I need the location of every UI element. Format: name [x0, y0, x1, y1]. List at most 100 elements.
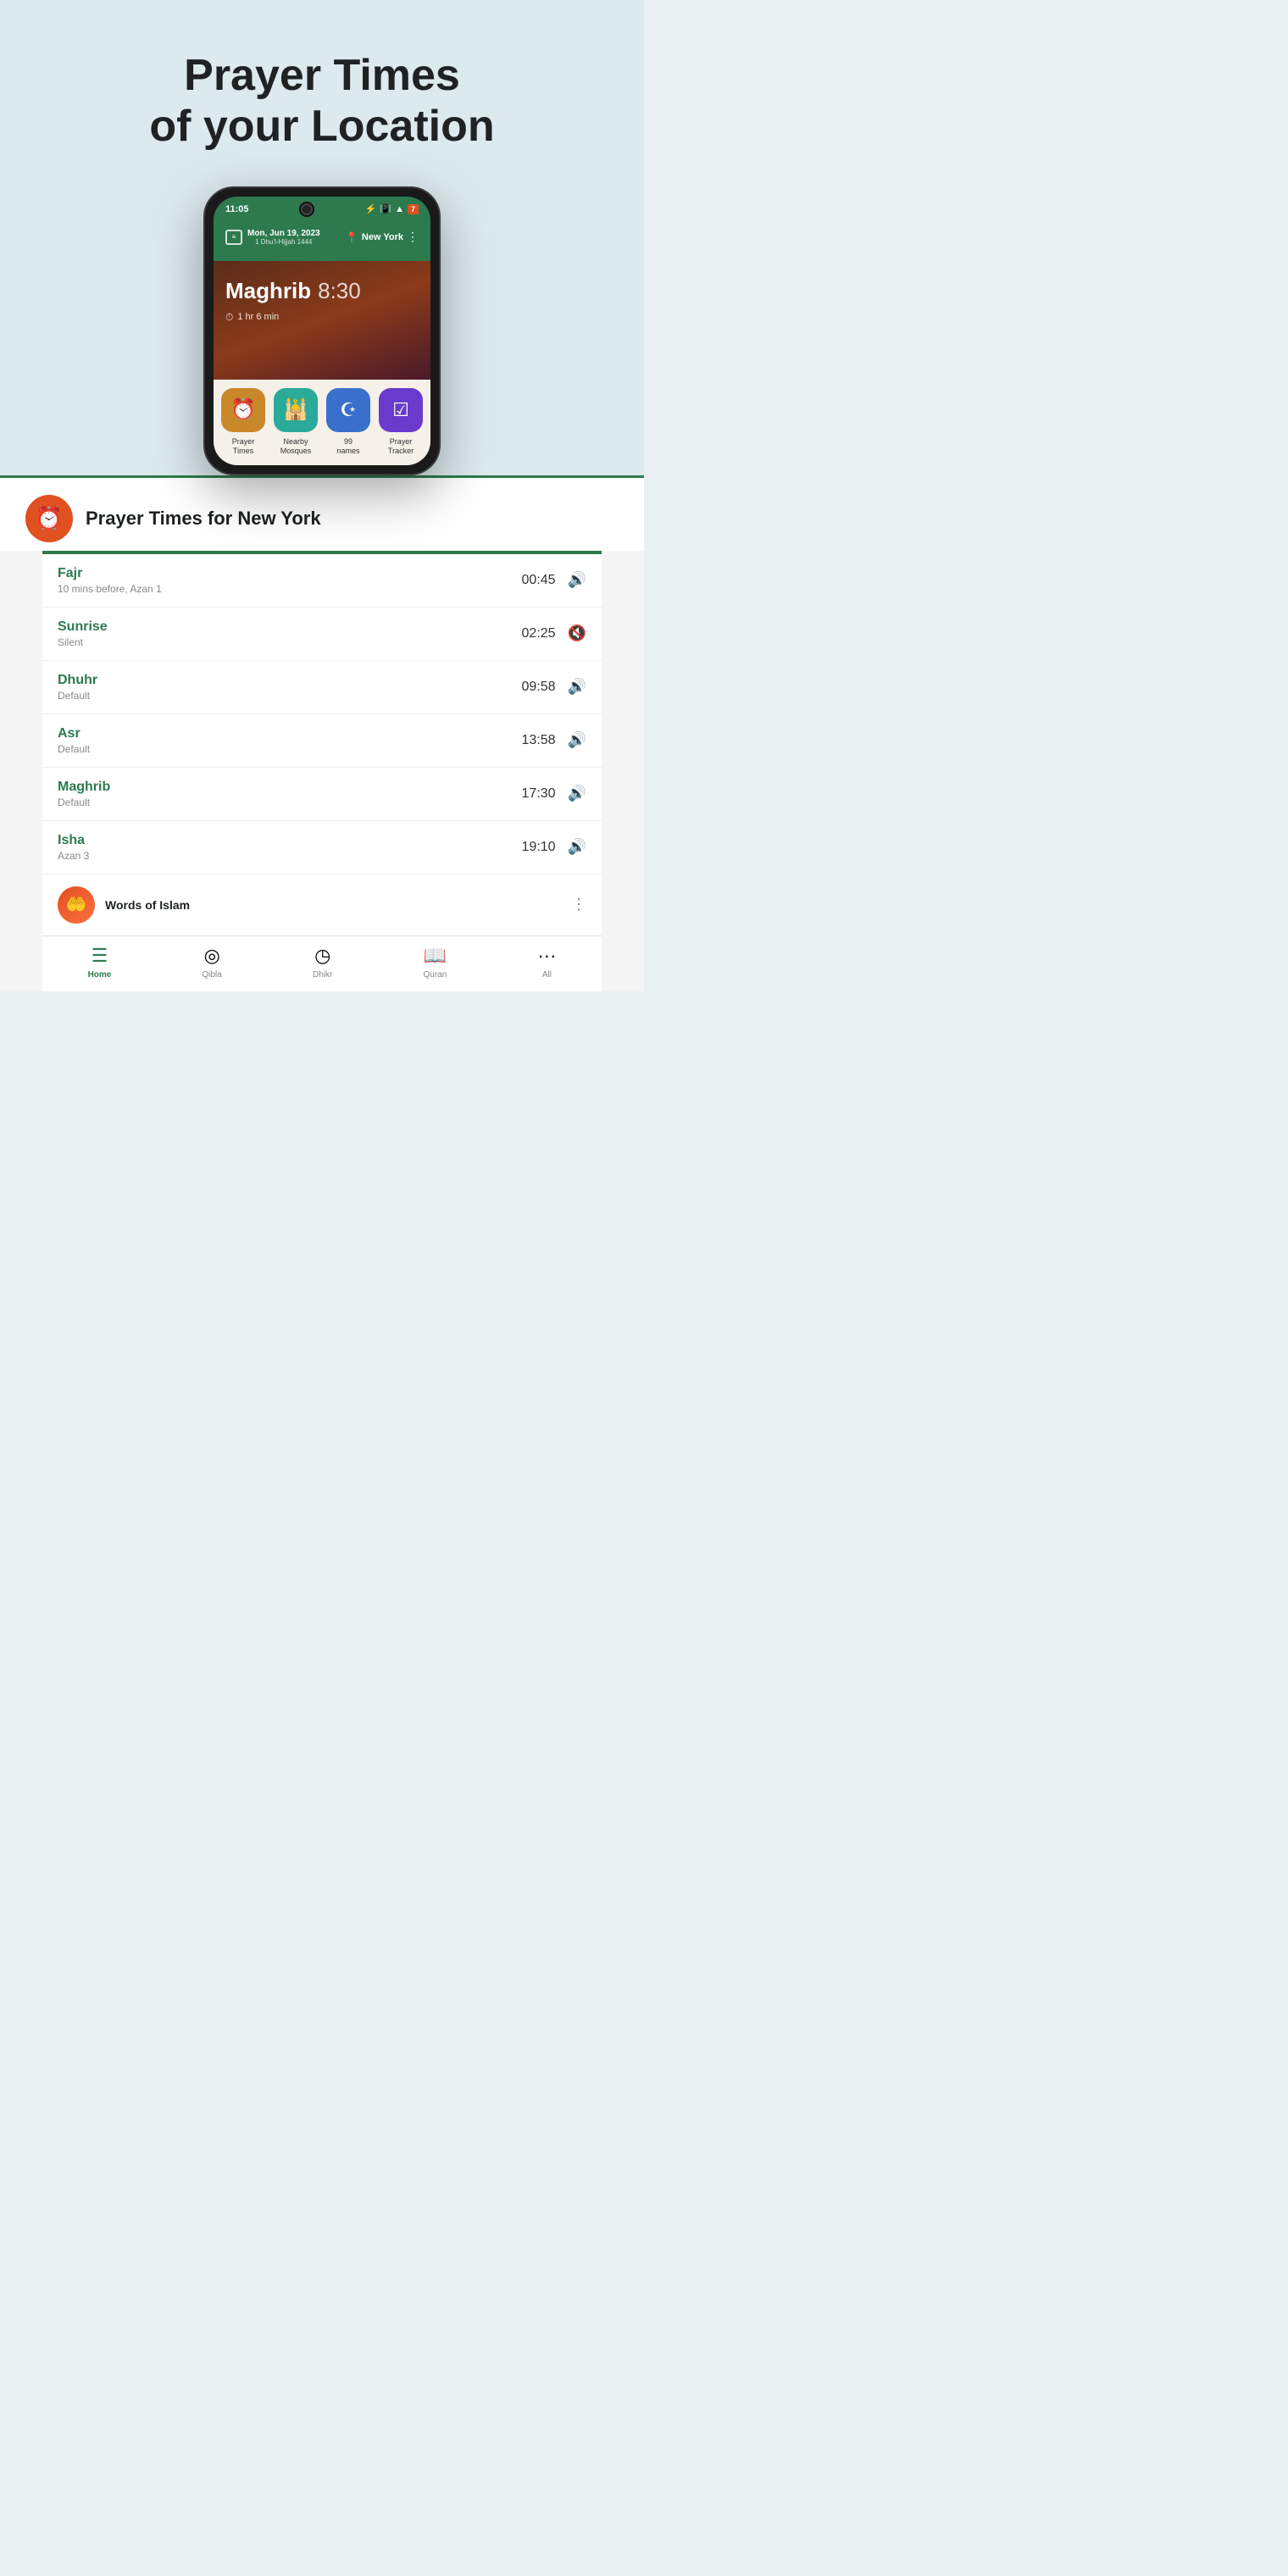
location-block: 📍 New York ⋮ — [346, 230, 419, 244]
sunrise-row: Sunrise Silent 02:25 🔇 — [42, 608, 602, 661]
isha-time: 19:10 — [522, 840, 556, 855]
isha-sound-icon[interactable]: 🔊 — [568, 838, 586, 856]
prayer-display: Maghrib 8:30 ⏱ 1 hr 6 min — [214, 261, 430, 380]
dhuhr-sound-icon[interactable]: 🔊 — [568, 678, 586, 696]
dhuhr-time: 09:58 — [522, 680, 556, 695]
prayer-list: Fajr 10 mins before, Azan 1 00:45 🔊 Sunr… — [42, 554, 602, 874]
sunrise-sub: Silent — [58, 636, 108, 648]
app-icon: ⏰ — [25, 495, 73, 542]
maghrib-row: Maghrib Default 17:30 🔊 — [42, 768, 602, 821]
all-icon: ··· — [537, 945, 556, 967]
dhuhr-name: Dhuhr — [58, 673, 97, 688]
maghrib-time: 17:30 — [522, 786, 556, 802]
feature-99-names[interactable]: ☪ 99names — [325, 388, 371, 457]
dhuhr-sub: Default — [58, 690, 97, 702]
fajr-sub: 10 mins before, Azan 1 — [58, 583, 162, 595]
nav-home[interactable]: ☰ Home — [88, 945, 112, 980]
isha-name: Isha — [58, 833, 89, 848]
nav-dhikr[interactable]: ◷ Dhikr — [313, 945, 332, 980]
wifi-icon: ▲ — [395, 204, 404, 214]
asr-name: Asr — [58, 726, 90, 741]
feature-prayer-tracker[interactable]: ☑ PrayerTracker — [378, 388, 424, 457]
asr-sub: Default — [58, 743, 90, 755]
location-name: New York — [362, 232, 403, 242]
words-of-islam-row: 🤲 Words of Islam ⋮ — [42, 874, 602, 935]
qibla-icon: ◎ — [204, 945, 220, 967]
feature-prayer-times[interactable]: ⏰ PrayerTimes — [220, 388, 266, 457]
isha-sub: Azan 3 — [58, 850, 89, 862]
quran-label: Quran — [423, 970, 447, 980]
mosque-icon: 🕌 — [283, 397, 308, 422]
asr-row: Asr Default 13:58 🔊 — [42, 714, 602, 768]
fajr-name: Fajr — [58, 566, 162, 581]
words-more-icon[interactable]: ⋮ — [571, 896, 586, 913]
words-icon: 🤲 — [58, 886, 95, 924]
status-icons: ⚡ 📳 ▲ 7 — [365, 203, 419, 214]
hero-title: Prayer Times of your Location — [25, 51, 619, 153]
nav-quran[interactable]: 📖 Quran — [423, 945, 447, 980]
isha-row: Isha Azan 3 19:10 🔊 — [42, 821, 602, 874]
alarm-icon: ⏰ — [36, 505, 63, 531]
app-header: Mon, Jun 19, 2023 1 Dhu'l-Hijjah 1444 📍 … — [214, 222, 430, 261]
feature-prayer-tracker-label: PrayerTracker — [388, 437, 414, 457]
prayer-tracker-icon-box: ☑ — [379, 388, 423, 432]
maghrib-sub: Default — [58, 797, 110, 808]
vibrate-icon: 📳 — [380, 203, 391, 214]
home-label: Home — [88, 970, 112, 980]
all-label: All — [542, 970, 552, 980]
feature-nearby-mosques-label: NearbyMosques — [280, 437, 312, 457]
prayer-times-icon-box: ⏰ — [221, 388, 265, 432]
dhikr-label: Dhikr — [313, 970, 332, 980]
clock-icon: ⏱ — [225, 311, 233, 324]
fajr-sound-icon[interactable]: 🔊 — [568, 571, 586, 589]
feature-99names-label: 99names — [336, 437, 359, 457]
middle-section: ⏰ Prayer Times for New York — [0, 475, 644, 551]
sunrise-name: Sunrise — [58, 619, 108, 635]
nav-qibla[interactable]: ◎ Qibla — [203, 945, 222, 980]
features-grid: ⏰ PrayerTimes 🕌 NearbyMosques ☪ — [214, 380, 430, 465]
phone-mockup: 11:05 ⚡ 📳 ▲ 7 Mon, J — [25, 186, 619, 475]
maghrib-name: Maghrib — [58, 780, 110, 795]
section-title: Prayer Times for New York — [86, 508, 321, 530]
status-time: 11:05 — [225, 204, 249, 214]
feature-nearby-mosques[interactable]: 🕌 NearbyMosques — [273, 388, 319, 457]
current-prayer-time: 8:30 — [318, 278, 361, 304]
feature-prayer-times-label: PrayerTimes — [232, 437, 255, 457]
sunrise-time: 02:25 — [522, 626, 556, 641]
maghrib-sound-icon[interactable]: 🔊 — [568, 785, 586, 802]
status-bar: 11:05 ⚡ 📳 ▲ 7 — [214, 197, 430, 222]
camera-notch — [299, 202, 314, 217]
quran-icon: 📖 — [424, 945, 447, 967]
words-title: Words of Islam — [105, 898, 190, 912]
location-pin-icon: 📍 — [346, 231, 358, 243]
current-prayer-name: Maghrib — [225, 278, 311, 304]
phone-screen: 11:05 ⚡ 📳 ▲ 7 Mon, J — [214, 197, 430, 465]
battery-icon: 7 — [408, 204, 419, 214]
date-block: Mon, Jun 19, 2023 1 Dhu'l-Hijjah 1444 — [225, 229, 320, 246]
nav-all[interactable]: ··· All — [537, 945, 556, 980]
fajr-row: Fajr 10 mins before, Azan 1 00:45 🔊 — [42, 554, 602, 608]
time-remaining: ⏱ 1 hr 6 min — [225, 311, 419, 324]
alarm-clock-icon: ⏰ — [230, 397, 256, 422]
more-options-icon[interactable]: ⋮ — [407, 230, 419, 244]
phone-frame: 11:05 ⚡ 📳 ▲ 7 Mon, J — [203, 186, 441, 475]
99names-icon-box: ☪ — [326, 388, 370, 432]
allah-icon: ☪ — [340, 399, 357, 421]
prayer-list-section: Fajr 10 mins before, Azan 1 00:45 🔊 Sunr… — [0, 551, 644, 991]
bluetooth-icon: ⚡ — [365, 203, 377, 214]
bottom-nav: ☰ Home ◎ Qibla ◷ Dhikr 📖 Quran ··· All — [42, 935, 602, 991]
asr-time: 13:58 — [522, 733, 556, 748]
dhuhr-row: Dhuhr Default 09:58 🔊 — [42, 661, 602, 714]
qibla-label: Qibla — [203, 970, 222, 980]
asr-sound-icon[interactable]: 🔊 — [568, 731, 586, 749]
fajr-time: 00:45 — [522, 573, 556, 588]
nearby-mosques-icon-box: 🕌 — [274, 388, 318, 432]
date-text: Mon, Jun 19, 2023 — [247, 229, 320, 238]
hijri-date: 1 Dhu'l-Hijjah 1444 — [247, 238, 320, 246]
home-icon: ☰ — [92, 945, 108, 967]
tracker-icon: ☑ — [392, 399, 409, 421]
dhikr-icon: ◷ — [314, 945, 330, 967]
sunrise-sound-icon[interactable]: 🔇 — [568, 625, 586, 642]
calendar-icon — [225, 230, 242, 245]
hero-section: Prayer Times of your Location 11:05 ⚡ 📳 … — [0, 0, 644, 475]
